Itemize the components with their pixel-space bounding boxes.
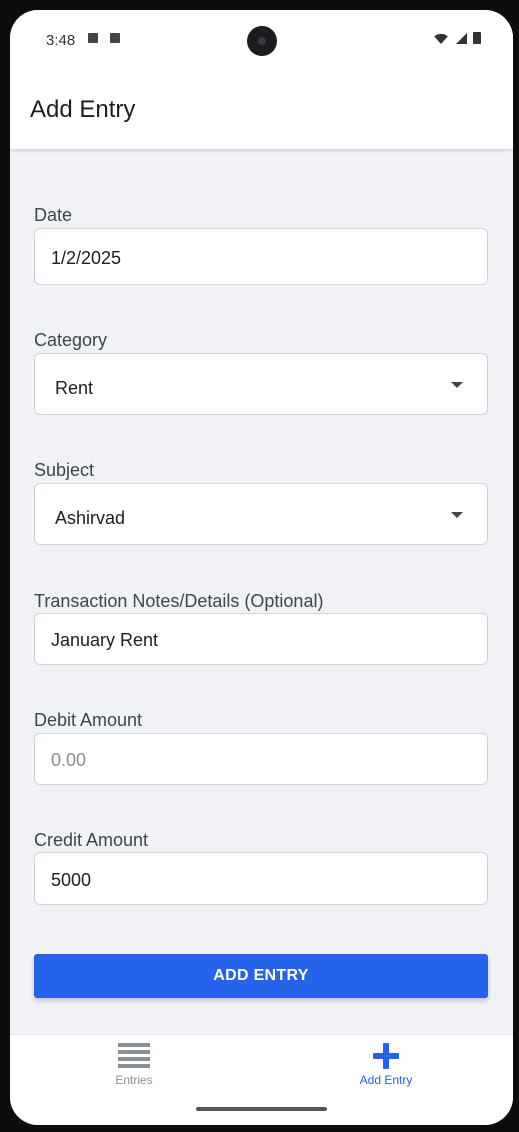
date-label: Date <box>34 205 73 225</box>
subject-label: Subject <box>34 460 95 480</box>
bottom-nav: Entries Add Entry <box>10 1034 513 1125</box>
list-icon <box>118 1043 150 1069</box>
credit-amount-value: 5000 <box>51 870 92 890</box>
date-field[interactable]: 1/2/2025 <box>34 228 488 285</box>
notes-input[interactable]: January Rent <box>34 613 488 665</box>
category-label: Category <box>34 330 108 350</box>
chevron-down-icon <box>451 512 463 518</box>
add-entry-button[interactable]: ADD ENTRY <box>34 954 488 998</box>
nav-item-entries[interactable]: Entries <box>74 1043 194 1087</box>
nav-item-add-entry[interactable]: Add Entry <box>326 1043 446 1087</box>
status-bar: 3:48 <box>10 10 513 70</box>
category-select[interactable]: Rent <box>34 353 488 415</box>
page-title: Add Entry <box>30 96 136 123</box>
subject-value: Ashirvad <box>55 508 126 528</box>
sd-card-icon <box>88 33 98 43</box>
notification-icon <box>110 33 120 43</box>
screen: 3:48 Add Entry Date 1/2/2025 Category Re… <box>10 10 513 1125</box>
date-value: 1/2/2025 <box>51 248 122 268</box>
app-bar: Add Entry <box>10 70 513 149</box>
notes-label: Transaction Notes/Details (Optional) <box>34 591 324 611</box>
home-indicator[interactable] <box>196 1107 327 1111</box>
status-icons-left <box>88 33 120 43</box>
status-icons-right <box>432 32 481 44</box>
debit-amount-label: Debit Amount <box>34 710 143 730</box>
credit-amount-input[interactable]: 5000 <box>34 852 488 905</box>
notes-value: January Rent <box>51 630 159 650</box>
camera-cutout <box>247 26 277 56</box>
signal-icon <box>456 33 467 44</box>
wifi-icon <box>432 34 450 44</box>
nav-label-add-entry: Add Entry <box>359 1073 413 1087</box>
debit-amount-placeholder: 0.00 <box>51 750 87 770</box>
battery-icon <box>473 32 481 44</box>
category-value: Rent <box>55 378 94 398</box>
subject-select[interactable]: Ashirvad <box>34 483 488 545</box>
nav-label-entries: Entries <box>115 1073 153 1087</box>
plus-icon <box>373 1043 399 1069</box>
device-frame: 3:48 Add Entry Date 1/2/2025 Category Re… <box>0 0 519 1132</box>
debit-amount-input[interactable]: 0.00 <box>34 733 488 785</box>
credit-amount-label: Credit Amount <box>34 830 149 850</box>
status-time: 3:48 <box>46 32 76 49</box>
chevron-down-icon <box>451 382 463 388</box>
